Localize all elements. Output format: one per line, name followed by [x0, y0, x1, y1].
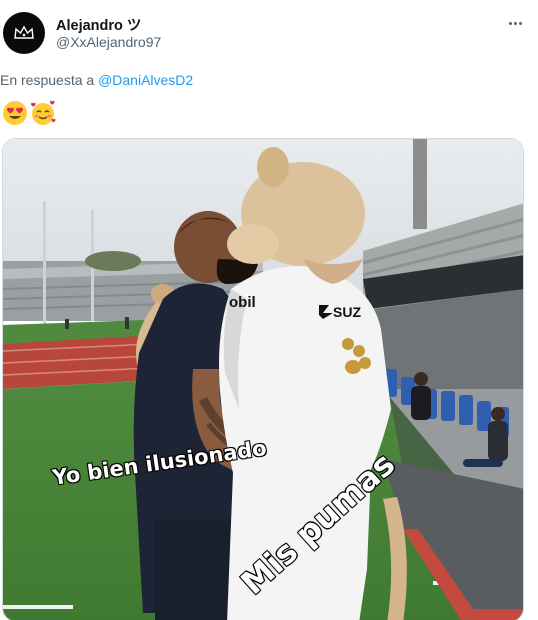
reply-context: En respuesta a @DaniAlvesD2 [0, 72, 193, 88]
more-options-icon[interactable] [503, 14, 527, 32]
tweet: Alejandro ツ @XxAlejandro97 En respuesta … [0, 0, 538, 620]
sponsor-left: obil [229, 294, 256, 311]
reply-prefix: En respuesta a [0, 72, 95, 88]
tweet-text [2, 100, 56, 128]
display-name[interactable]: Alejandro ツ [56, 14, 141, 35]
heart-eyes-emoji-icon [3, 101, 27, 125]
smiling-hearts-emoji-icon [31, 100, 56, 125]
reply-mention-link[interactable]: @DaniAlvesD2 [98, 72, 193, 88]
avatar[interactable] [3, 12, 45, 54]
sponsor-right: SUZ [333, 304, 361, 320]
crown-icon [14, 25, 34, 39]
tweet-image[interactable]: obil SUZ Yo bien ilusionado Mis pumas [2, 138, 524, 620]
user-handle[interactable]: @XxAlejandro97 [56, 34, 161, 50]
